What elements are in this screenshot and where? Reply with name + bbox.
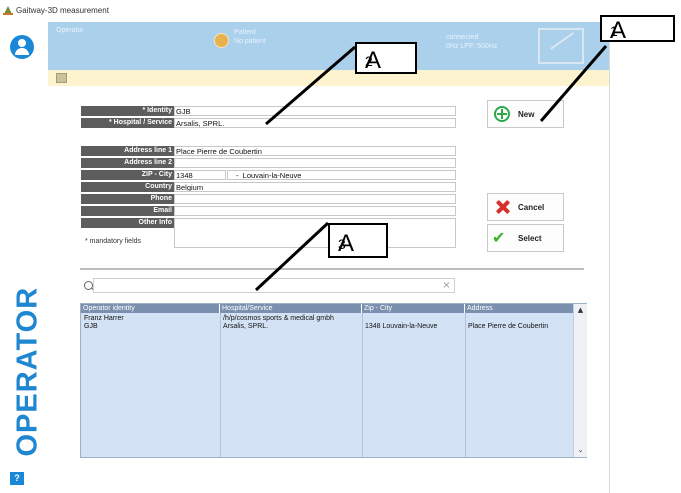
annotation-line-a3 xyxy=(254,221,330,292)
annotation-a2-index: 2 xyxy=(365,53,373,69)
annotation-line-a1 xyxy=(539,45,608,122)
annotation-a2: A2 xyxy=(355,42,417,74)
annotation-a1: A1 xyxy=(600,15,675,43)
annotation-line-a2 xyxy=(265,45,356,126)
annotation-a3: A3 xyxy=(328,223,388,258)
annotation-a1-index: 1 xyxy=(610,23,618,39)
annotation-a3-index: 3 xyxy=(338,236,346,252)
